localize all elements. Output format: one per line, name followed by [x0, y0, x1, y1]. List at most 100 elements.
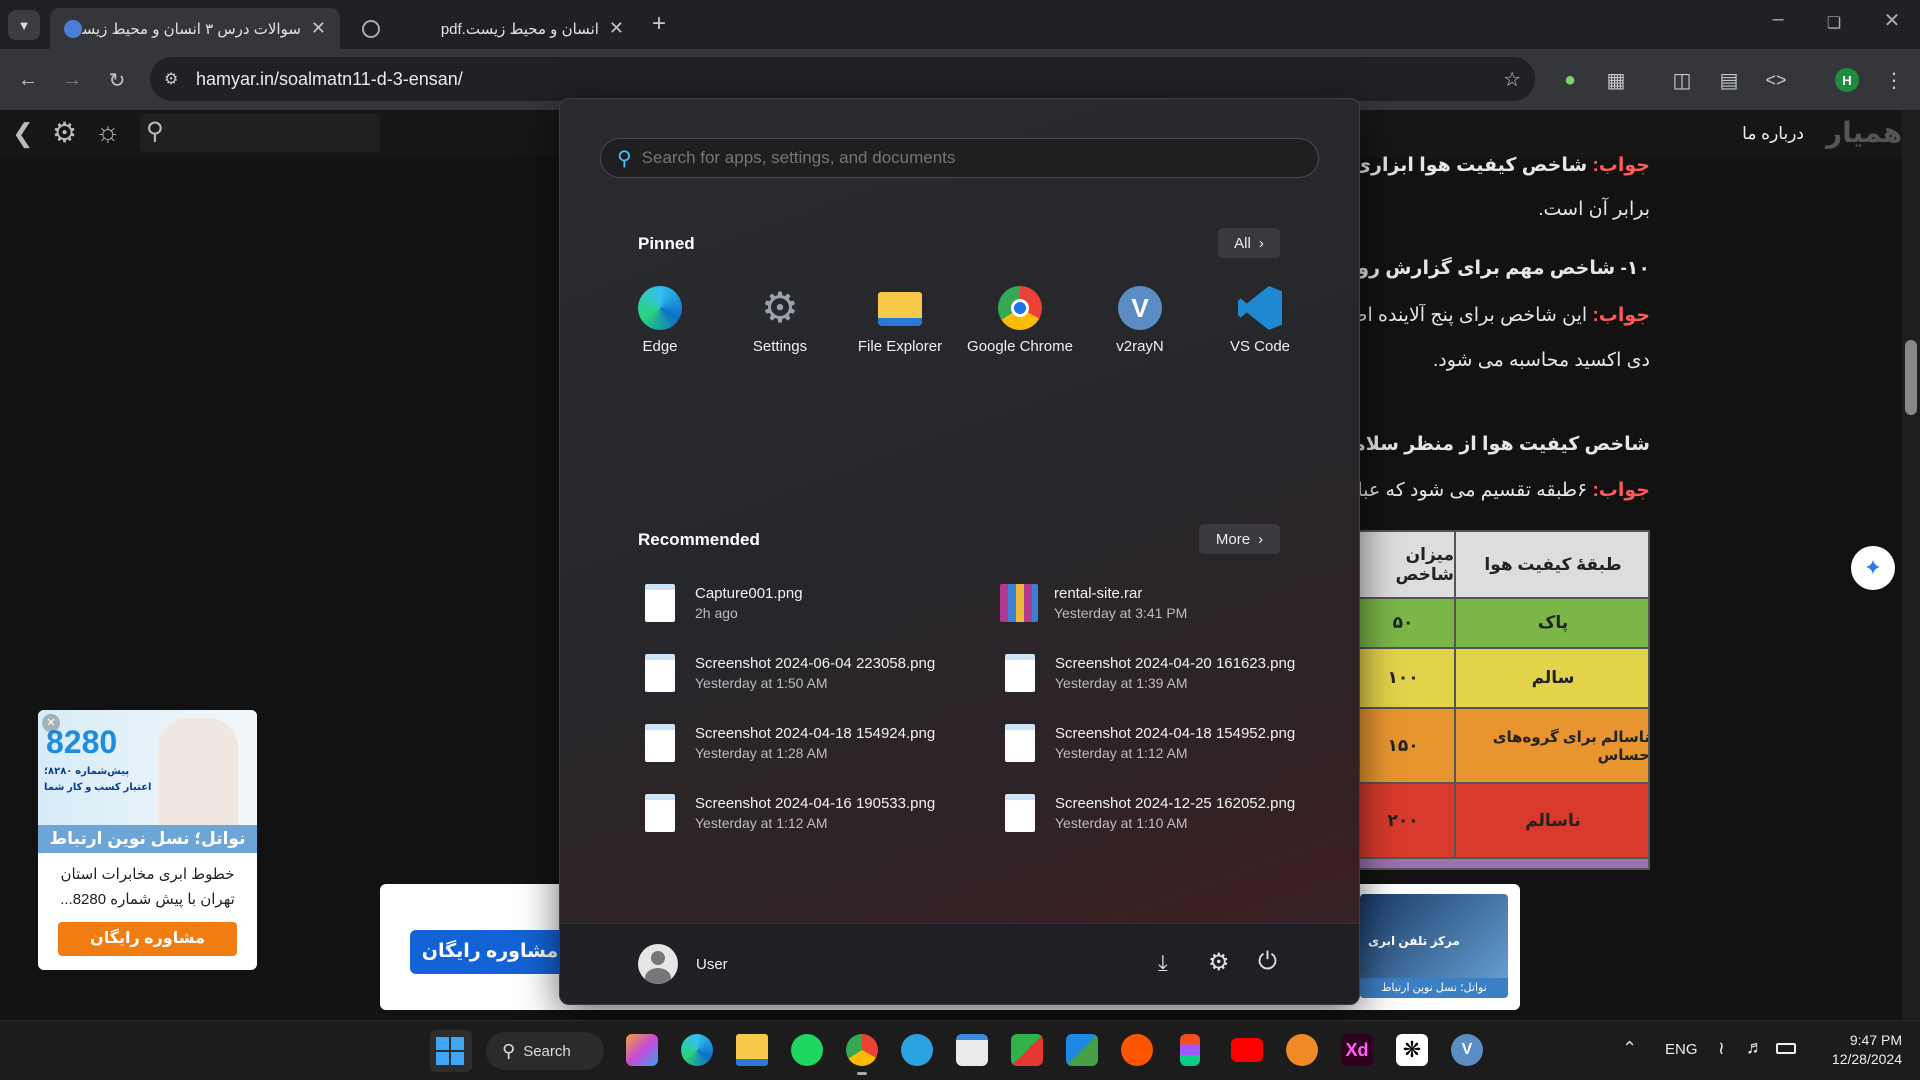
recommended-item[interactable]: Screenshot 2024-12-25 162052.png Yesterda…: [1005, 794, 1345, 832]
floating-assist-icon[interactable]: ✦: [1851, 546, 1895, 590]
youtube-icon[interactable]: [1231, 1038, 1263, 1062]
brightness-icon[interactable]: ☼: [95, 116, 121, 148]
gear-icon[interactable]: ⚙: [52, 116, 77, 149]
table-cell: ۱۵۰: [1352, 707, 1454, 782]
recommended-item[interactable]: Screenshot 2024-04-18 154952.png Yesterda…: [1005, 724, 1345, 762]
page-scrollbar[interactable]: [1902, 110, 1920, 1020]
app-label: Edge: [642, 338, 678, 355]
chatgpt-icon[interactable]: ❋: [1396, 1034, 1428, 1066]
file-explorer-icon[interactable]: [736, 1034, 768, 1066]
edge-icon: [638, 286, 682, 330]
recommended-item[interactable]: rental-site.rar Yesterday at 3:41 PM: [1000, 584, 1340, 622]
edge-dev-icon[interactable]: [1286, 1034, 1318, 1066]
restore-icon[interactable]: ❏: [1814, 13, 1854, 33]
recommended-item[interactable]: Screenshot 2024-04-18 154924.png Yesterda…: [645, 724, 985, 762]
recommended-item[interactable]: Capture001.png 2h ago: [645, 584, 985, 622]
translate-icon[interactable]: ▤: [1711, 62, 1747, 98]
pdf-icon[interactable]: [1011, 1034, 1043, 1066]
ad-bottom-title: مرکز تلفن ابری: [1368, 934, 1460, 948]
store-icon[interactable]: [956, 1034, 988, 1066]
figma-icon[interactable]: [1180, 1034, 1200, 1066]
start-search-box[interactable]: ⚲: [600, 138, 1319, 178]
close-tab-icon[interactable]: ✕: [311, 18, 326, 39]
taskbar-search-button[interactable]: ⚲ Search: [486, 1032, 604, 1070]
minimize-icon[interactable]: –: [1758, 8, 1798, 31]
wifi-icon[interactable]: ≀: [1718, 1038, 1725, 1059]
scrollbar-thumb[interactable]: [1905, 340, 1917, 415]
user-account-button[interactable]: User: [638, 944, 728, 984]
spotify-icon[interactable]: [791, 1034, 823, 1066]
tab-search-button[interactable]: ▼: [8, 10, 40, 40]
power-icon[interactable]: ⏻: [1258, 948, 1277, 976]
ad-bottom-consult-button[interactable]: مشاوره رایگان: [410, 930, 570, 974]
image-file-icon: [645, 794, 675, 832]
v2rayn-icon[interactable]: V: [1451, 1034, 1483, 1066]
battery-icon[interactable]: [1776, 1043, 1796, 1054]
soundcloud-icon[interactable]: [1121, 1034, 1153, 1066]
pinned-app-settings[interactable]: ⚙ Settings: [725, 286, 835, 356]
site-logo[interactable]: همیار: [1826, 116, 1902, 149]
telegram-icon[interactable]: [901, 1034, 933, 1066]
search-icon: ⚲: [146, 118, 164, 145]
language-indicator[interactable]: ENG: [1665, 1041, 1698, 1058]
volume-icon[interactable]: ♬: [1746, 1037, 1764, 1058]
pinned-app-file-explorer[interactable]: File Explorer: [845, 286, 955, 355]
edge-icon[interactable]: [681, 1034, 713, 1066]
file-time: Yesterday at 1:39 AM: [1055, 675, 1188, 691]
address-bar[interactable]: ⚙ hamyar.in/soalmatn11-d-3-ensan/ ☆: [150, 57, 1535, 101]
ad-consult-button[interactable]: مشاوره رایگان: [58, 922, 237, 956]
start-button[interactable]: [430, 1030, 472, 1072]
pinned-app-edge[interactable]: Edge: [605, 286, 715, 355]
back-icon[interactable]: ←: [10, 62, 46, 98]
more-button[interactable]: More ›: [1199, 524, 1280, 554]
file-name: Screenshot 2024-04-20 161623.png: [1055, 655, 1296, 672]
search-icon: ⚲: [502, 1040, 516, 1061]
tab-inactive[interactable]: انسان و محیط زیست.pdf ✕: [348, 8, 638, 49]
ad-left[interactable]: 8280 پیش‌شماره ۸۲۸۰؛ اعتبار کسب و کار شم…: [38, 710, 257, 970]
chevron-right-icon: ›: [1258, 530, 1264, 548]
content-line: دی اکسید محاسبه می شود.: [1433, 350, 1650, 371]
file-time: 2h ago: [695, 605, 738, 621]
content-heading: ۱۰- شاخص مهم برای گزارش روزانه کی: [1360, 258, 1650, 279]
file-time: Yesterday at 1:12 AM: [1055, 745, 1188, 761]
start-search-input[interactable]: [641, 148, 1282, 168]
new-tab-button[interactable]: +: [652, 10, 666, 38]
settings-icon[interactable]: ⚙: [1208, 948, 1230, 977]
vscode-icon: [1238, 286, 1282, 330]
reload-icon[interactable]: ↻: [99, 62, 135, 98]
site-info-icon[interactable]: ⚙: [164, 69, 178, 89]
pinned-app-vscode[interactable]: VS Code: [1205, 286, 1315, 355]
clock[interactable]: 9:47 PM 12/28/2024: [1812, 1031, 1902, 1069]
incognito-icon[interactable]: ◫: [1664, 62, 1700, 98]
recommended-item[interactable]: Screenshot 2024-06-04 223058.png Yesterda…: [645, 654, 985, 692]
globe-icon: [362, 19, 380, 38]
pinned-app-v2rayn[interactable]: V v2rayN: [1085, 286, 1195, 355]
extensions-puzzle-icon[interactable]: ▦: [1598, 62, 1634, 98]
profile-avatar[interactable]: H: [1835, 68, 1859, 92]
downloads-icon[interactable]: ⤓: [1158, 950, 1168, 976]
nav-about[interactable]: درباره ما: [1700, 124, 1804, 144]
chrome-icon[interactable]: [846, 1034, 878, 1066]
recommended-item[interactable]: Screenshot 2024-04-16 190533.png Yesterda…: [645, 794, 985, 832]
recommended-item[interactable]: Screenshot 2024-04-20 161623.png Yesterda…: [1005, 654, 1345, 692]
file-time: Yesterday at 3:41 PM: [1054, 605, 1188, 621]
browser-menu-icon[interactable]: ⋮: [1876, 62, 1912, 98]
forward-icon[interactable]: →: [54, 62, 90, 98]
tab-active[interactable]: سوالات درس ۳ انسان و محیط زیست ✕: [50, 8, 340, 49]
site-search-input[interactable]: ⚲: [140, 114, 380, 152]
bookmark-star-icon[interactable]: ☆: [1503, 67, 1521, 92]
table-cell: ناسالم برای گروه‌های حساس: [1454, 707, 1648, 782]
devtools-code-icon[interactable]: <>: [1758, 62, 1794, 98]
close-tab-icon[interactable]: ✕: [609, 18, 624, 39]
chevron-up-icon[interactable]: ⌃: [1622, 1038, 1637, 1059]
meet-icon[interactable]: [1066, 1034, 1098, 1066]
adobe-xd-icon[interactable]: Xd: [1341, 1034, 1373, 1066]
all-apps-button[interactable]: All ›: [1218, 228, 1280, 258]
extension-icon[interactable]: ●: [1552, 62, 1588, 98]
close-window-icon[interactable]: ✕: [1872, 8, 1912, 33]
chevron-left-icon[interactable]: ❮: [12, 118, 34, 149]
pinned-app-chrome[interactable]: Google Chrome: [965, 286, 1075, 355]
copilot-icon[interactable]: [626, 1034, 658, 1066]
content-line: برابر آن است.: [1538, 199, 1650, 220]
ad-close-icon[interactable]: ✕: [42, 714, 60, 732]
